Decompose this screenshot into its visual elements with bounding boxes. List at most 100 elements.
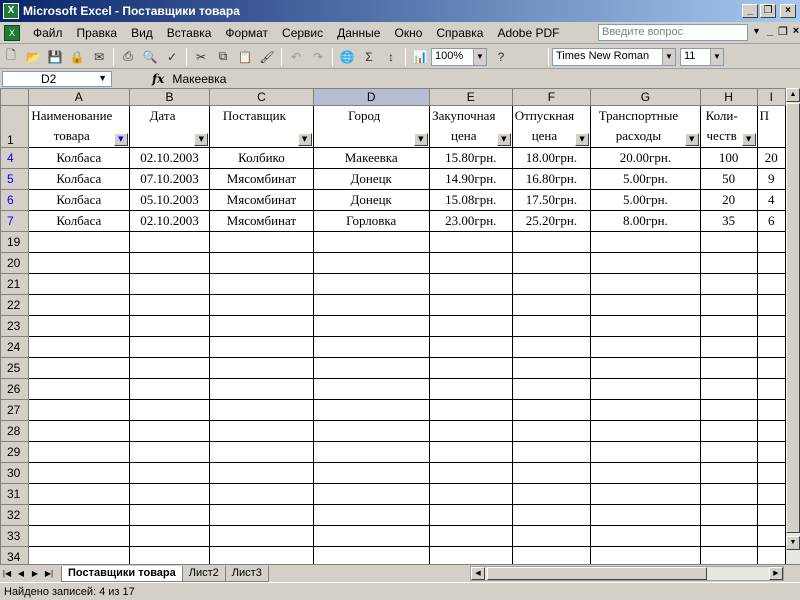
cell[interactable] bbox=[756, 378, 786, 400]
cell[interactable] bbox=[699, 462, 758, 484]
first-sheet-icon[interactable]: |◀ bbox=[0, 569, 14, 578]
email-icon[interactable]: ✉ bbox=[89, 47, 109, 67]
cell[interactable] bbox=[756, 525, 786, 547]
cell[interactable] bbox=[511, 378, 592, 400]
cell[interactable] bbox=[756, 399, 786, 421]
cell[interactable] bbox=[699, 441, 758, 463]
cell[interactable] bbox=[699, 294, 758, 316]
cell[interactable] bbox=[312, 252, 430, 274]
cell[interactable] bbox=[128, 483, 211, 505]
cell[interactable] bbox=[209, 546, 314, 564]
cell[interactable]: 02.10.2003 bbox=[128, 210, 211, 232]
row-header[interactable]: 26 bbox=[0, 378, 29, 400]
cell[interactable] bbox=[756, 273, 786, 295]
cell[interactable] bbox=[428, 336, 513, 358]
row-header[interactable]: 4 bbox=[0, 147, 29, 169]
cell[interactable] bbox=[756, 252, 786, 274]
font-size-dropdown-icon[interactable]: ▼ bbox=[710, 48, 723, 65]
cell[interactable] bbox=[590, 546, 701, 564]
cell[interactable] bbox=[756, 504, 786, 526]
row-header[interactable]: 5 bbox=[0, 168, 29, 190]
cell[interactable] bbox=[590, 252, 701, 274]
sheet-tab[interactable]: Лист2 bbox=[181, 565, 226, 582]
sheet-tab[interactable]: Поставщики товара bbox=[61, 565, 183, 582]
cell[interactable]: Мясомбинат bbox=[209, 189, 314, 211]
cell[interactable] bbox=[590, 315, 701, 337]
autofilter-dropdown-icon[interactable]: ▼ bbox=[297, 133, 312, 146]
cell[interactable] bbox=[27, 420, 130, 442]
cell[interactable] bbox=[511, 525, 592, 547]
cell[interactable]: 17.50грн. bbox=[511, 189, 592, 211]
cell[interactable] bbox=[128, 294, 211, 316]
redo-icon[interactable]: ↷ bbox=[308, 47, 328, 67]
cell[interactable]: 6 bbox=[756, 210, 786, 232]
cell[interactable] bbox=[511, 273, 592, 295]
formula-input[interactable]: Макеевка bbox=[172, 72, 226, 86]
cell[interactable] bbox=[128, 315, 211, 337]
cell[interactable] bbox=[511, 357, 592, 379]
cell[interactable] bbox=[428, 483, 513, 505]
scroll-up-icon[interactable]: ▲ bbox=[786, 88, 800, 102]
cell[interactable]: 20 bbox=[699, 189, 758, 211]
zoom-dropdown-icon[interactable]: ▼ bbox=[473, 48, 486, 65]
cell[interactable] bbox=[428, 399, 513, 421]
cell[interactable] bbox=[128, 357, 211, 379]
cell[interactable] bbox=[209, 252, 314, 274]
horizontal-scroll-thumb[interactable] bbox=[487, 567, 707, 580]
cell[interactable] bbox=[27, 315, 130, 337]
cell[interactable] bbox=[590, 504, 701, 526]
autofilter-dropdown-icon[interactable]: ▼ bbox=[741, 133, 756, 146]
cell[interactable] bbox=[511, 294, 592, 316]
print-icon[interactable]: ⎙ bbox=[118, 47, 138, 67]
menu-item[interactable]: Данные bbox=[330, 26, 387, 40]
cell[interactable] bbox=[128, 441, 211, 463]
cell[interactable] bbox=[209, 378, 314, 400]
row-header[interactable]: 23 bbox=[0, 315, 29, 337]
row-header[interactable]: 6 bbox=[0, 189, 29, 211]
cell[interactable] bbox=[27, 399, 130, 421]
cell[interactable] bbox=[590, 294, 701, 316]
cell[interactable] bbox=[428, 462, 513, 484]
cell[interactable]: Колбаса bbox=[27, 189, 130, 211]
cell[interactable] bbox=[128, 336, 211, 358]
cell[interactable] bbox=[428, 441, 513, 463]
row-header[interactable]: 30 bbox=[0, 462, 29, 484]
row-header[interactable]: 19 bbox=[0, 231, 29, 253]
cell[interactable] bbox=[128, 231, 211, 253]
column-header[interactable]: E bbox=[428, 88, 513, 106]
cell[interactable] bbox=[312, 462, 430, 484]
cell[interactable] bbox=[312, 315, 430, 337]
minimize-icon[interactable]: _ bbox=[742, 4, 758, 18]
cell[interactable] bbox=[312, 483, 430, 505]
cell[interactable] bbox=[209, 315, 314, 337]
paste-icon[interactable]: 📋 bbox=[235, 47, 255, 67]
cell[interactable] bbox=[27, 336, 130, 358]
cell[interactable] bbox=[590, 231, 701, 253]
menu-item[interactable]: Вид bbox=[124, 26, 160, 40]
cell[interactable]: Донецк bbox=[312, 189, 430, 211]
font-name-dropdown-icon[interactable]: ▼ bbox=[662, 48, 675, 65]
font-size-select[interactable]: 11 ▼ bbox=[680, 47, 724, 66]
autosum-icon[interactable]: Σ bbox=[359, 47, 379, 67]
cell[interactable]: Донецк bbox=[312, 168, 430, 190]
cell[interactable] bbox=[511, 315, 592, 337]
cell[interactable] bbox=[312, 336, 430, 358]
hyperlink-icon[interactable]: 🌐 bbox=[337, 47, 357, 67]
column-header[interactable]: A bbox=[27, 88, 130, 106]
cell[interactable] bbox=[128, 462, 211, 484]
field-header-cell[interactable]: Дата ▼ bbox=[128, 105, 211, 148]
column-header[interactable]: H bbox=[699, 88, 758, 106]
name-box-dropdown-icon[interactable]: ▼ bbox=[98, 73, 107, 83]
cell[interactable] bbox=[699, 273, 758, 295]
row-header[interactable]: 33 bbox=[0, 525, 29, 547]
restore-icon[interactable]: ❐ bbox=[760, 4, 776, 18]
chart-wizard-icon[interactable]: 📊 bbox=[410, 47, 430, 67]
cell[interactable] bbox=[27, 483, 130, 505]
cell[interactable] bbox=[756, 546, 786, 564]
row-header[interactable]: 34 bbox=[0, 546, 29, 564]
cell[interactable] bbox=[699, 315, 758, 337]
name-box[interactable]: D2 ▼ bbox=[2, 71, 112, 87]
cell[interactable] bbox=[209, 294, 314, 316]
cell[interactable] bbox=[511, 420, 592, 442]
cell[interactable]: 02.10.2003 bbox=[128, 147, 211, 169]
